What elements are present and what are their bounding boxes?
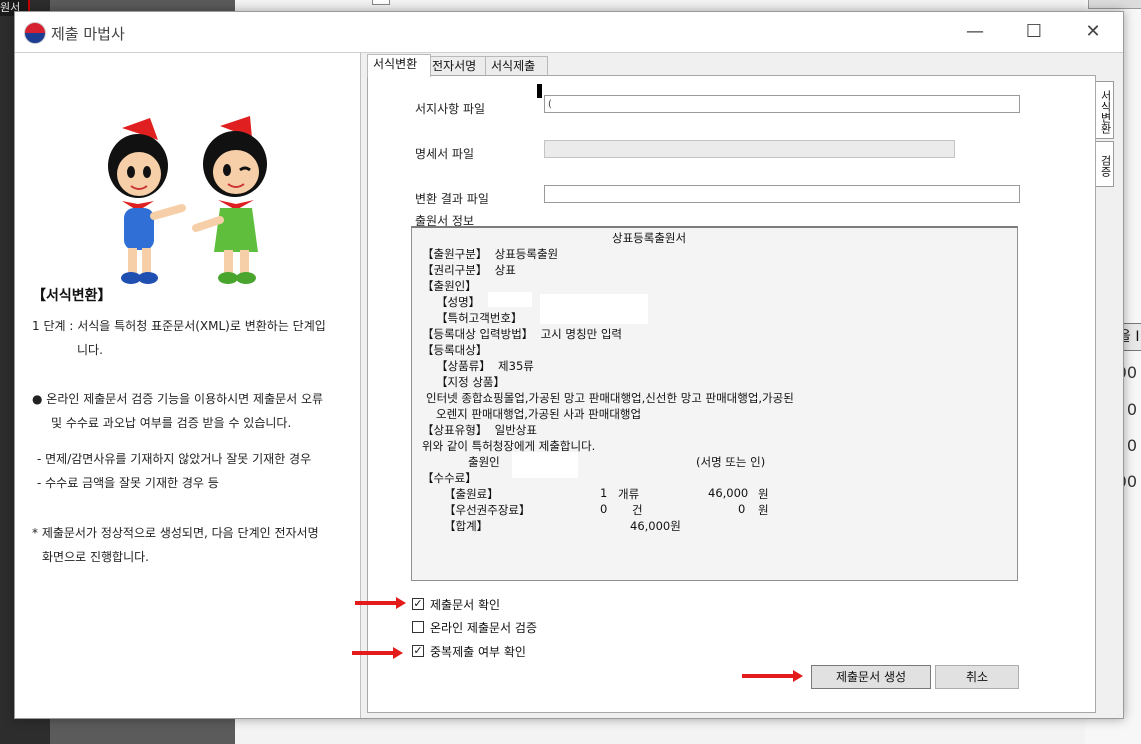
info-line: 【출원구분】 상표등록출원 [422,247,559,261]
redacted-name [488,292,532,307]
fee-unit: 건 [632,503,643,517]
background-value: 0 [1126,400,1137,419]
step-heading: 【서식변환】 [32,288,112,304]
case-note: - 면제/감면사유를 기재하지 않았거나 잘못 기재한 경우 [37,452,312,466]
info-line: 【상품류】 제35류 [436,359,534,373]
fee-name: 【우선권주장료】 [444,503,531,517]
info-line: 인터넷 종합쇼핑몰업,가공된 망고 판매대행업,신선한 망고 판매대행업,가공된 [426,391,794,405]
verification-note: ● 온라인 제출문서 검증 기능을 이용하시면 제출문서 오류 [32,392,324,406]
conversion-form: 서지사항 파일 ( 명세서 파일 변환 결과 파일 출원서 정보 상표등록출원서… [367,75,1096,713]
fee-unit: 개류 [618,487,640,501]
info-line: 출원인 [468,455,500,469]
next-step-note: * 제출문서가 정상적으로 생성되면, 다음 단계인 전자서명 [32,526,319,540]
annotation-arrow [742,670,803,682]
checkbox[interactable] [412,621,424,633]
tab-form-submission[interactable]: 서식제출 [485,56,548,75]
info-line: 【수수료】 [422,471,477,485]
result-file-label: 변환 결과 파일 [415,192,489,206]
result-file-field[interactable] [544,185,1020,203]
close-button[interactable]: ✕ [1070,18,1116,46]
info-line: 오렌지 판매대행업,가공된 사과 판매대행업 [436,407,642,421]
fee-won: 원 [758,503,769,517]
annotation-arrow [352,647,403,659]
taegeuk-icon [24,22,46,44]
fee-total: 46,000원 [630,519,681,533]
side-tab-format-conversion[interactable]: 서식변환 [1095,81,1114,139]
fee-qty: 1 [600,486,608,500]
background-value: 0 [1126,436,1137,455]
annotation-arrow [355,597,406,609]
info-line: 【등록대상】 [422,343,488,357]
window-title: 제출 마법사 [51,25,125,43]
fee-name: 【출원료】 [444,487,499,501]
info-line: 【출원인】 [422,279,477,293]
specification-file-label: 명세서 파일 [415,147,475,161]
next-step-note-cont: 화면으로 진행합니다. [42,550,149,564]
text-cursor [537,84,542,98]
mascot-illustration [108,116,267,284]
info-line: 【지정 상품】 [436,375,505,389]
bibliographic-file-label: 서지사항 파일 [415,102,486,116]
tab-e-signature[interactable]: 전자서명 [426,56,489,75]
background-top-tab[interactable] [1088,0,1141,9]
maximize-button[interactable]: ☐ [1011,18,1057,46]
checkbox-label: 제출문서 확인 [430,598,501,612]
redacted-customer-number [540,294,648,324]
info-line: 【특허고객번호】 [436,311,523,325]
checkbox[interactable]: ✓ [412,598,424,610]
title-bar[interactable]: 제출 마법사 — ☐ ✕ [15,12,1123,52]
fee-amount: 46,000 [708,486,749,500]
guide-panel: 【서식변환】 1 단계 : 서식을 특허청 표준문서(XML)로 변환하는 단계… [15,52,361,718]
submission-wizard-window: 제출 마법사 — ☐ ✕ 【서식변환】 1 단계: 서식을 특허청 표준문서(… [14,11,1124,719]
fee-name: 【합계】 [444,519,489,533]
document-title: 상표등록출원서 [612,231,687,245]
fee-amount: 0 [738,502,746,516]
bibliographic-file-field[interactable]: ( [544,95,1020,113]
application-info-box[interactable]: 상표등록출원서 【출원구분】 상표등록출원 【권리구분】 상표 【출원인】 【성… [411,226,1018,581]
step-description: 1 단계 : 서식을 특허청 표준문서(XML)로 변환하는 단계입 [32,319,326,333]
step-description-cont: 니다. [77,343,103,357]
info-line: 【권리구분】 상표 [422,263,516,277]
info-line: 【성명】 [436,295,481,309]
fee-won: 원 [758,487,769,501]
specification-file-field[interactable] [544,140,955,158]
side-tab-verification[interactable]: 검증 [1095,141,1114,187]
info-line: 【등록대상 입력방법】 고시 명칭만 입력 [422,327,622,341]
fee-qty: 0 [600,502,608,516]
redacted-applicant [512,452,578,478]
info-line: (서명 또는 인) [696,455,766,469]
checkbox-label: 온라인 제출문서 검증 [430,621,537,635]
cancel-button[interactable]: 취소 [935,665,1019,689]
info-line: 【상표유형】 일반상표 [422,423,537,437]
checkbox-label: 중복제출 여부 확인 [430,645,526,659]
tab-format-conversion[interactable]: 서식변환 [367,54,431,77]
work-panel: 서식변환 전자서명 서식제출 서식변환 검증 서지사항 파일 ( 명세서 파일 … [361,52,1123,718]
generate-document-button[interactable]: 제출문서 생성 [811,665,931,689]
case-note: - 수수료 금액을 잘못 기재한 경우 등 [37,476,219,490]
verification-note-cont: 및 수수료 과오납 여부를 검증 받을 수 있습니다. [51,416,292,430]
checkbox[interactable]: ✓ [412,645,424,657]
background-checkbox[interactable] [372,0,390,5]
minimize-button[interactable]: — [952,18,998,46]
